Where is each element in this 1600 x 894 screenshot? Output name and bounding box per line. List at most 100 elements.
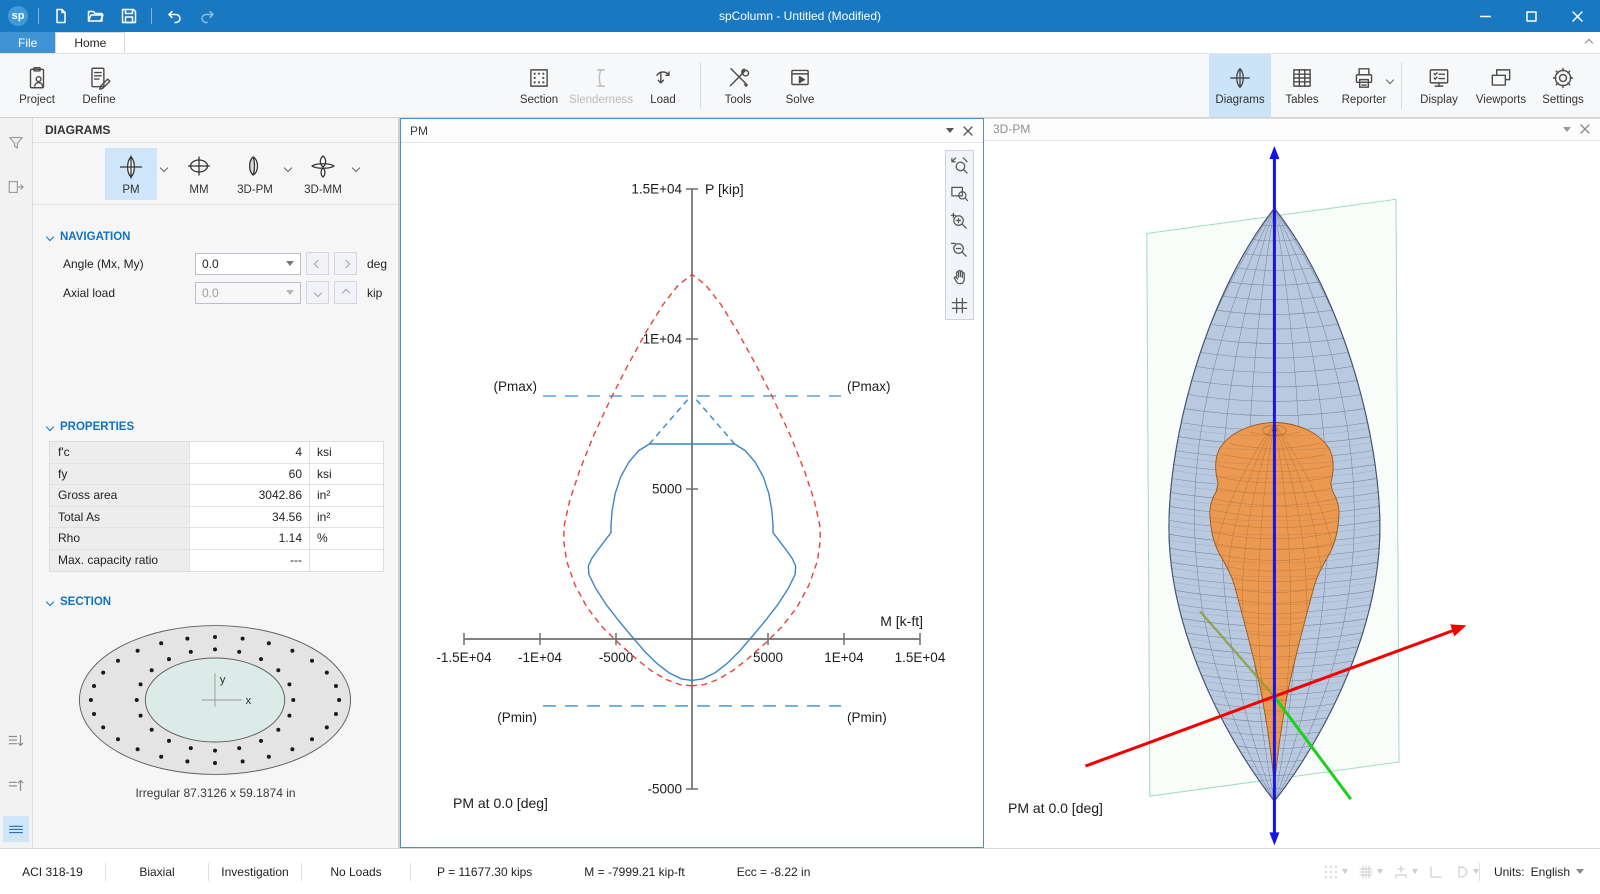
status-bar: ACI 318-19 Biaxial Investigation No Load… [0, 848, 1600, 894]
pm3d-panel-title: 3D-PM [993, 122, 1031, 137]
pm-interaction-diagram[interactable]: 1.5E+041E+045000-5000-1.5E+04 -1E+04 -5000… [401, 143, 983, 847]
section-button[interactable]: Section [508, 54, 570, 117]
navigation-section-header[interactable]: NAVIGATION [33, 221, 398, 249]
project-label: Project [19, 94, 55, 106]
angle-next-button[interactable] [334, 252, 357, 275]
chevron-down-icon [159, 163, 169, 172]
list-up-arrow-icon [7, 776, 25, 794]
properties-section-header[interactable]: PROPERTIES [33, 411, 398, 439]
property-unit: in² [317, 509, 331, 524]
pm3d-panel-dropdown-button[interactable] [1558, 120, 1576, 138]
save-button[interactable] [117, 4, 141, 28]
reporter-dropdown-chevron[interactable] [1385, 72, 1395, 86]
section-preview: yx [43, 616, 390, 784]
close-button[interactable] [1554, 0, 1600, 32]
zoom-out-button[interactable] [946, 235, 973, 263]
status-bending-mode[interactable]: Biaxial [106, 859, 208, 885]
diagrams-button[interactable]: Diagrams [1209, 54, 1271, 117]
window-title: spColumn - Untitled (Modified) [718, 9, 882, 23]
define-button[interactable]: Define [68, 54, 130, 117]
mm3d-diagram-button[interactable]: 3D-MM [297, 148, 349, 200]
ribbon: Project Define Section Slenderness Load … [0, 54, 1600, 118]
axes-button[interactable] [1428, 864, 1444, 880]
grid-toggle-button[interactable] [946, 291, 973, 319]
svg-text:-1E+04: -1E+04 [518, 650, 562, 665]
zoom-window-button[interactable] [946, 179, 973, 207]
dropdown-arrow-icon [1341, 869, 1348, 874]
property-label: fy [50, 463, 190, 484]
mm-diagram-button[interactable]: MM [173, 148, 225, 200]
load-label: Load [650, 94, 676, 106]
pm3d-view-canvas[interactable]: PM at 0.0 [deg] [984, 141, 1600, 848]
pm3d-dropdown-chevron[interactable] [283, 160, 293, 174]
menu-button[interactable] [3, 816, 29, 842]
units-selector[interactable]: Units: English [1494, 865, 1584, 879]
pm3d-diagram-label: 3D-PM [237, 183, 273, 196]
project-button[interactable]: Project [6, 54, 68, 117]
tab-home[interactable]: Home [55, 32, 126, 53]
status-run-mode[interactable]: Investigation [209, 859, 301, 885]
maximize-button[interactable] [1508, 0, 1554, 32]
define-icon [86, 65, 112, 91]
collapse-ribbon-button[interactable] [1584, 32, 1594, 53]
sort-descending-button[interactable] [3, 728, 29, 754]
rotate-view-button[interactable] [1454, 864, 1479, 880]
diagrams-panel: DIAGRAMS PM MM 3D-PM 3D-MM NAVIGATION An… [33, 118, 400, 848]
property-unit [310, 550, 383, 572]
sort-ascending-button[interactable] [3, 772, 29, 798]
tools-label: Tools [724, 94, 752, 106]
pm-diagram-button[interactable]: PM [105, 147, 157, 200]
axial-load-down-button[interactable] [306, 281, 329, 304]
viewports-button[interactable]: Viewports [1470, 54, 1532, 117]
diagrams-icon [1227, 65, 1253, 91]
table-row: Rho 1.14 % [50, 528, 383, 550]
status-p-value: P = 11677.30 kips [437, 864, 533, 879]
open-file-button[interactable] [83, 4, 107, 28]
pm-panel-close-button[interactable] [959, 122, 977, 140]
axial-load-row: Axial load 0.0 kip [33, 278, 398, 307]
status-loads[interactable]: No Loads [302, 859, 410, 885]
tables-button[interactable]: Tables [1271, 54, 1333, 117]
load-icon [650, 65, 676, 91]
pan-button[interactable] [946, 263, 973, 291]
export-panel-button[interactable] [3, 174, 29, 200]
redo-button[interactable] [196, 4, 220, 28]
minimize-button[interactable] [1462, 0, 1508, 32]
angle-row: Angle (Mx, My) 0.0 deg [33, 249, 398, 278]
undo-button[interactable] [162, 4, 186, 28]
zoom-in-button[interactable] [946, 207, 973, 235]
axial-load-combobox[interactable]: 0.0 [195, 281, 301, 304]
reporter-button[interactable]: Reporter [1333, 54, 1395, 117]
angle-previous-button[interactable] [306, 252, 329, 275]
dropdown-arrow-icon [946, 128, 954, 133]
filter-button[interactable] [3, 130, 29, 156]
settings-button[interactable]: Settings [1532, 54, 1594, 117]
new-file-button[interactable] [49, 4, 73, 28]
pm-panel-header: PM [401, 119, 983, 143]
load-button[interactable]: Load [632, 54, 694, 117]
property-unit: ksi [317, 445, 332, 460]
snap-button[interactable] [1393, 864, 1418, 880]
pm3d-surface-view[interactable] [984, 141, 1600, 848]
status-design-code[interactable]: ACI 318-19 [0, 859, 105, 885]
tools-button[interactable]: Tools [707, 54, 769, 117]
dots-grid-button[interactable] [1323, 864, 1348, 880]
pm3d-panel-close-button[interactable] [1576, 120, 1594, 138]
grid-lines-button[interactable] [1358, 864, 1383, 880]
angle-combobox[interactable]: 0.0 [195, 252, 301, 275]
solve-button[interactable]: Solve [769, 54, 831, 117]
pm-chart-canvas[interactable]: 1.5E+04 1E+04 5000 -5000 -1.5E+04 -1E+04 -5000… [401, 143, 983, 847]
display-button[interactable]: Display [1408, 54, 1470, 117]
section-section-header[interactable]: SECTION [33, 586, 398, 614]
pm3d-diagram-button[interactable]: 3D-PM [229, 148, 281, 200]
diagrams-label: Diagrams [1215, 94, 1265, 106]
export-arrow-icon [7, 178, 25, 196]
pm3d-panel-header: 3D-PM [984, 119, 1600, 141]
axial-load-up-button[interactable] [334, 281, 357, 304]
pm-panel-dropdown-button[interactable] [941, 122, 959, 140]
pm-dropdown-chevron[interactable] [159, 160, 169, 174]
mm3d-dropdown-chevron[interactable] [351, 160, 361, 174]
svg-text:(Pmax): (Pmax) [494, 379, 538, 394]
zoom-extents-button[interactable] [946, 151, 973, 179]
tab-file[interactable]: File [0, 32, 56, 53]
